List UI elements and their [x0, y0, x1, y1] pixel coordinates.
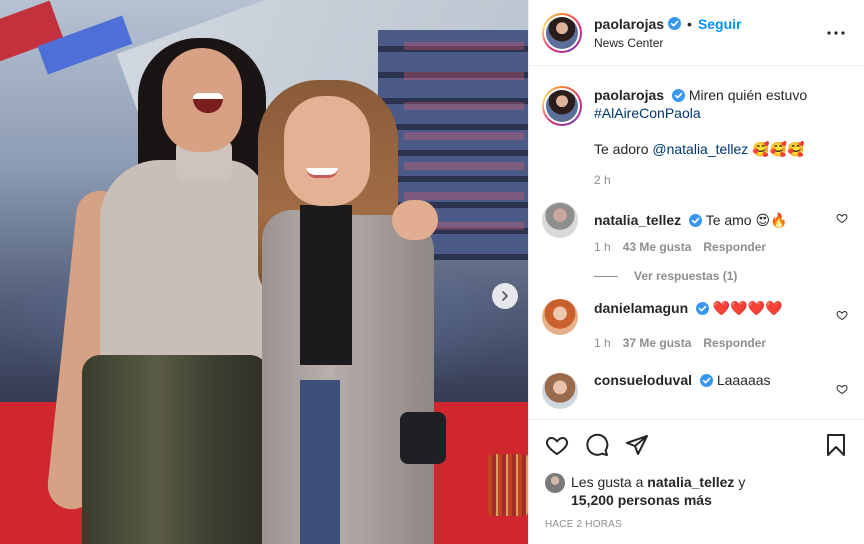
caption-emoji: 🥰🥰🥰 — [752, 141, 805, 157]
action-bar — [529, 419, 864, 469]
avatar[interactable] — [542, 373, 578, 409]
comment-likes[interactable]: 37 Me gusta — [623, 335, 692, 351]
replies-line — [594, 275, 618, 277]
woman-right-smile — [306, 168, 338, 178]
comment-username[interactable]: danielamagun — [594, 300, 688, 316]
verified-badge-icon — [668, 17, 682, 30]
comment-time[interactable]: 1 h — [594, 239, 611, 255]
comment-icon[interactable] — [585, 433, 609, 457]
heart-icon[interactable] — [836, 212, 848, 224]
liker-username[interactable]: natalia_tellez — [647, 474, 734, 490]
comment-text: Te amo 😍🔥 — [705, 212, 788, 228]
reply-button[interactable]: Responder — [703, 335, 766, 351]
verified-badge-icon — [671, 89, 685, 102]
caption: paolarojas Miren quién estuvo #AlAireCon… — [542, 86, 848, 188]
comment-username[interactable]: natalia_tellez — [594, 212, 681, 228]
comment-item: danielamagun ❤️❤️❤️❤️ 1 h 37 Me gusta Re… — [542, 299, 848, 351]
caption-hashtag[interactable]: #AlAireConPaola — [594, 105, 701, 121]
heart-icon[interactable] — [836, 309, 848, 321]
caption-time[interactable]: 2 h — [594, 172, 611, 188]
bookmark-icon[interactable] — [824, 433, 848, 457]
woman-left-top — [100, 160, 266, 380]
comments-list[interactable]: paolarojas Miren quién estuvo #AlAireCon… — [529, 66, 864, 419]
location-link[interactable]: News Center — [594, 35, 824, 51]
comment-text: ❤️❤️❤️❤️ — [712, 300, 783, 316]
caption-username[interactable]: paolarojas — [594, 87, 664, 103]
share-icon[interactable] — [625, 433, 649, 457]
carousel-next-button[interactable] — [492, 283, 518, 309]
heart-icon[interactable] — [545, 433, 569, 457]
more-options-icon — [827, 30, 845, 35]
likes-prefix: Les gusta a — [571, 474, 648, 490]
woman-left-skirt — [82, 355, 268, 544]
story-ring[interactable] — [542, 12, 582, 53]
woman-right-cuff — [400, 412, 446, 464]
heart-icon[interactable] — [836, 383, 848, 395]
post-side-panel: paolarojas • Seguir News Center paolaroj… — [528, 0, 864, 544]
avatar[interactable] — [542, 202, 578, 238]
hand-on-shoulder — [392, 200, 438, 240]
likes-connector: y — [734, 474, 746, 490]
post-timestamp[interactable]: Hace 2 horas — [529, 509, 864, 530]
comment-text: Laaaaas — [716, 372, 771, 388]
view-replies-label: Ver respuestas (1) — [634, 269, 738, 283]
separator-dot: • — [687, 15, 692, 32]
liker-avatar[interactable] — [545, 473, 565, 493]
post-photo[interactable] — [0, 0, 528, 544]
woman-right-face — [284, 96, 370, 206]
striped-pillow — [488, 454, 528, 516]
comment-item: consueloduval Laaaaas — [542, 372, 848, 409]
comment-item: natalia_tellez Te amo 😍🔥 1 h 43 Me gusta… — [542, 202, 848, 255]
comment-likes[interactable]: 43 Me gusta — [623, 239, 692, 255]
avatar[interactable] — [546, 16, 578, 49]
caption-text: Miren quién estuvo — [688, 87, 808, 103]
header-username[interactable]: paolarojas — [594, 15, 664, 33]
likes-summary: Les gusta a natalia_tellez y 15,200 pers… — [529, 469, 864, 509]
avatar[interactable] — [546, 90, 578, 122]
instagram-post: paolarojas • Seguir News Center paolaroj… — [0, 0, 864, 544]
likes-count[interactable]: 15,200 personas más — [571, 492, 712, 508]
comment-username[interactable]: consueloduval — [594, 372, 692, 388]
caption-mention[interactable]: @natalia_tellez — [652, 141, 748, 157]
view-replies-button[interactable]: Ver respuestas (1) — [594, 269, 848, 283]
story-ring[interactable] — [542, 86, 582, 126]
verified-badge-icon — [696, 302, 710, 315]
verified-badge-icon — [689, 214, 703, 227]
caption-line2: Te adoro — [594, 141, 653, 157]
verified-badge-icon — [699, 374, 713, 387]
more-options-button[interactable] — [824, 21, 848, 45]
chevron-right-icon — [502, 291, 508, 301]
follow-button[interactable]: Seguir — [698, 15, 742, 33]
comment-time[interactable]: 1 h — [594, 335, 611, 351]
reply-button[interactable]: Responder — [703, 239, 766, 255]
woman-right-shirt — [300, 205, 352, 365]
post-header: paolarojas • Seguir News Center — [529, 0, 864, 66]
woman-right-jeans — [300, 380, 340, 544]
avatar[interactable] — [542, 299, 578, 335]
